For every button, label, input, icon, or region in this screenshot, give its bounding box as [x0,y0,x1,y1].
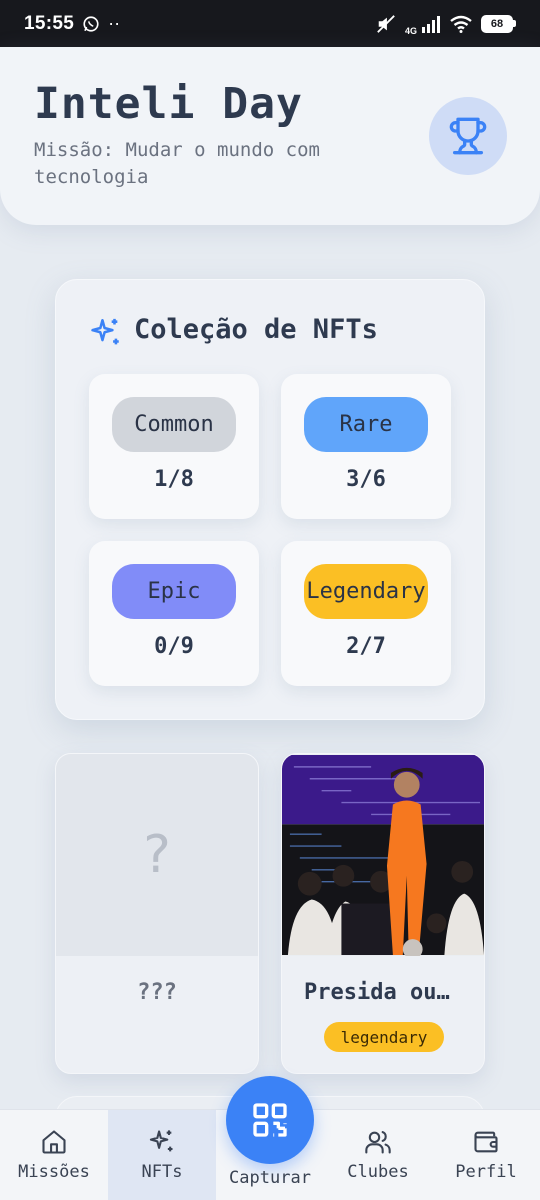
page-title: Inteli Day [34,79,303,129]
rarity-card-rare[interactable]: Rare 3/6 [281,374,451,519]
nft-card[interactable]: Presida ou… legendary [281,753,485,1074]
nft-name: ??? [137,980,177,1005]
rarity-card-legendary[interactable]: Legendary 2/7 [281,541,451,686]
nft-card-locked[interactable]: ? ??? [55,753,259,1074]
rarity-card-epic[interactable]: Epic 0/9 [89,541,259,686]
users-icon [365,1131,391,1154]
rarity-count-common: 1/8 [154,467,194,492]
trophy-icon [449,117,487,155]
network-type: 4G [404,25,417,36]
rarity-count-rare: 3/6 [346,467,386,492]
nav-label: Perfil [455,1162,517,1182]
rarity-count-legendary: 2/7 [346,634,386,659]
nav-item-missoes[interactable]: Missões [0,1110,108,1200]
nft-name: Presida ou… [304,980,450,1005]
nav-item-clubes[interactable]: Clubes [324,1110,432,1200]
battery-level: 68 [481,14,513,33]
home-icon [42,1130,66,1154]
wifi-icon [450,15,472,33]
wallet-icon [474,1131,498,1153]
rarity-label-epic: Epic [112,564,236,619]
rarity-card-common[interactable]: Common 1/8 [89,374,259,519]
sparkles-icon [91,318,119,345]
nav-label: Missões [18,1162,90,1182]
nav-item-nfts[interactable]: NFTs [108,1110,216,1200]
capture-button[interactable] [226,1076,314,1164]
mission-subtitle: Missão: Mudar o mundo com tecnologia [34,139,320,188]
nft-collection-card: Coleção de NFTs Common 1/8 Rare 3/6 Epic… [55,279,485,720]
nav-label: NFTs [141,1162,183,1182]
rarity-label-rare: Rare [304,397,428,452]
app-header: Inteli Day Missão: Mudar o mundo com tec… [0,47,540,225]
whatsapp-icon [83,15,99,32]
rarity-count-epic: 0/9 [154,634,194,659]
collection-title: Coleção de NFTs [134,314,378,345]
mute-icon [377,14,395,33]
trophy-button[interactable] [429,97,507,175]
more-notifications-icon: ·· [108,13,121,33]
rarity-badge: legendary [324,1022,444,1052]
nav-label: Clubes [347,1162,409,1182]
question-mark-icon: ? [143,825,171,885]
qr-code-icon [253,1103,287,1137]
nft-image [282,754,484,956]
status-time: 15:55 [24,12,75,34]
capture-label: Capturar [229,1168,311,1188]
rarity-label-common: Common [112,397,236,452]
sparkles-icon [149,1130,173,1152]
nft-placeholder-image: ? [56,754,258,956]
rarity-label-legendary: Legendary [304,564,428,619]
battery-icon: 68 [481,14,516,33]
signal-icon [422,15,440,33]
nav-item-perfil[interactable]: Perfil [432,1110,540,1200]
status-bar: 15:55 ·· 4G 68 [0,0,540,47]
